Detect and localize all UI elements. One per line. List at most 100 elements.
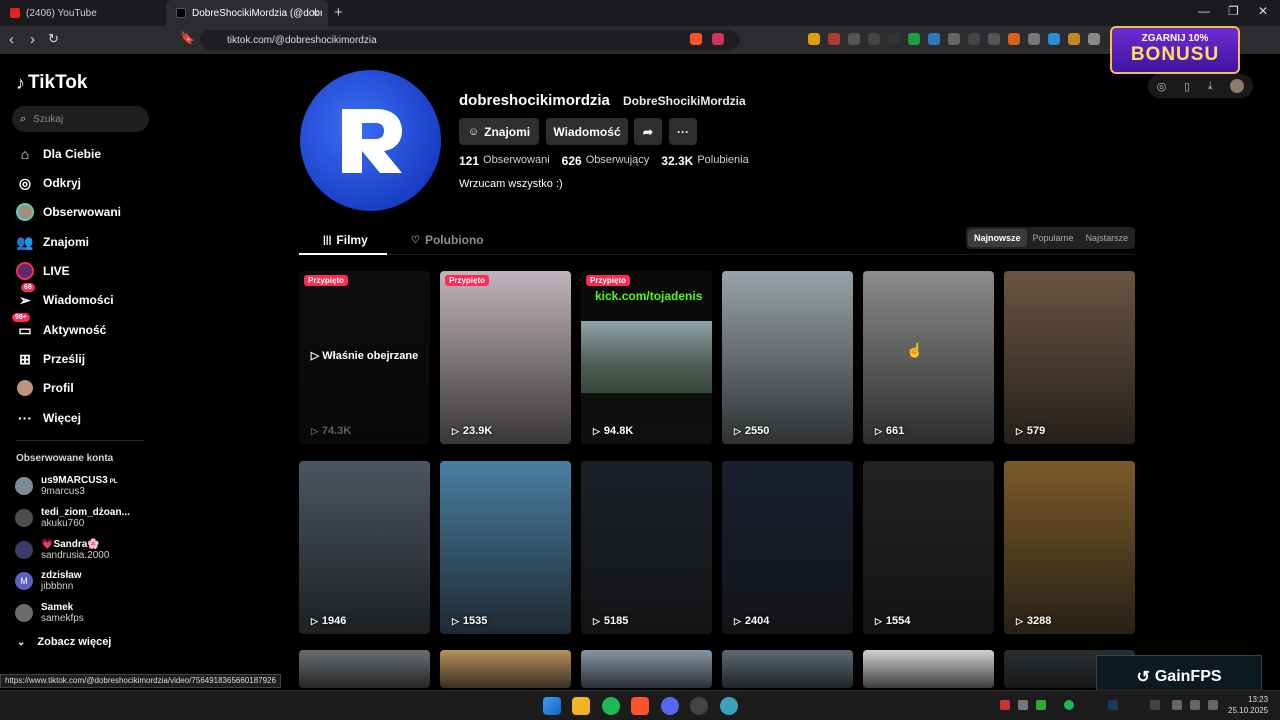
- video-thumbnail[interactable]: ▷ 1535: [440, 461, 571, 634]
- video-thumbnail[interactable]: ▷ 579: [1004, 271, 1135, 444]
- followers-count[interactable]: 626: [562, 154, 582, 168]
- close-window-button[interactable]: ✕: [1258, 4, 1268, 18]
- extension-icon[interactable]: [1068, 33, 1080, 45]
- video-thumbnail[interactable]: ▷ 2550: [722, 271, 853, 444]
- brave-rewards-icon[interactable]: [712, 33, 724, 45]
- sidebar-item-profile[interactable]: Profil: [15, 377, 74, 399]
- tray-icon[interactable]: [1000, 700, 1010, 710]
- tray-icon[interactable]: [1064, 700, 1074, 710]
- extension-icon[interactable]: [908, 33, 920, 45]
- video-thumbnail[interactable]: [863, 650, 994, 688]
- network-icon[interactable]: [1190, 700, 1200, 710]
- more-options-button[interactable]: ···: [669, 118, 697, 145]
- spotify-icon[interactable]: [602, 697, 620, 715]
- message-button[interactable]: Wiadomość: [546, 118, 628, 145]
- video-thumbnail[interactable]: ▷ Właśnie obejrzane Przypięto ▷ 74.3K: [299, 271, 430, 444]
- extension-icon[interactable]: [1088, 33, 1100, 45]
- tray-icon[interactable]: [1150, 700, 1160, 710]
- bonus-ad-banner[interactable]: ZGARNIJ 10% BONUSU: [1110, 26, 1240, 74]
- video-thumbnail[interactable]: ▷ 3288: [1004, 461, 1135, 634]
- compass-icon[interactable]: ◎: [1157, 80, 1167, 93]
- address-input[interactable]: tiktok.com/@dobreshocikimordzia: [200, 30, 740, 50]
- followed-account[interactable]: tedi_ziom_dżoan... akuku760: [15, 507, 130, 529]
- extension-icon[interactable]: [848, 33, 860, 45]
- restore-button[interactable]: ❐: [1228, 4, 1239, 18]
- sidebar-item-explore[interactable]: ◎ Odkryj: [15, 172, 81, 194]
- avatar[interactable]: [1230, 79, 1245, 93]
- tray-icon[interactable]: [1036, 700, 1046, 710]
- profile-avatar[interactable]: [300, 70, 441, 211]
- extension-icon[interactable]: [1028, 33, 1040, 45]
- extension-icon[interactable]: [1008, 33, 1020, 45]
- reload-button[interactable]: ↻: [48, 31, 59, 47]
- sidebar-item-activity[interactable]: ▭ 99+ Aktywność: [12, 313, 106, 341]
- close-tab-icon[interactable]: ✕: [311, 7, 320, 20]
- video-thumbnail[interactable]: kick.com/tojadenis Przypięto ▷ 94.8K: [581, 271, 712, 444]
- video-thumbnail[interactable]: ▷ 2404: [722, 461, 853, 634]
- download-icon[interactable]: ⤓: [1208, 80, 1213, 93]
- tab-tiktok[interactable]: DobreShocikiMordzia (@dobres ✕: [166, 0, 328, 26]
- tiktok-logo[interactable]: ♪ TikTok: [16, 72, 87, 94]
- video-thumbnail[interactable]: [581, 650, 712, 688]
- extension-icon[interactable]: [968, 33, 980, 45]
- extension-icon[interactable]: [808, 33, 820, 45]
- new-tab-button[interactable]: +: [334, 4, 343, 21]
- sort-oldest[interactable]: Najstarsze: [1080, 229, 1135, 247]
- extension-icon[interactable]: [1048, 33, 1060, 45]
- followed-account[interactable]: M zdzisław jibbbnn: [15, 570, 82, 592]
- sidebar-item-messages[interactable]: ➢ 68 Wiadomości: [15, 283, 114, 311]
- following-count[interactable]: 121: [459, 154, 479, 168]
- tray-icon[interactable]: [1108, 700, 1118, 710]
- extension-icon[interactable]: [868, 33, 880, 45]
- sidebar-item-following[interactable]: Obserwowani: [15, 201, 121, 223]
- video-thumbnail[interactable]: Przypięto ▷ 23.9K: [440, 271, 571, 444]
- see-more-button[interactable]: ⌄ Zobacz więcej: [17, 636, 111, 648]
- video-thumbnail[interactable]: [299, 650, 430, 688]
- forward-button[interactable]: ›: [30, 31, 35, 48]
- taskbar-clock[interactable]: 13:23 25.10.2025: [1228, 694, 1268, 716]
- video-thumbnail[interactable]: [722, 650, 853, 688]
- sort-newest[interactable]: Najnowsze: [968, 229, 1027, 247]
- tab-videos[interactable]: ||| Filmy: [323, 233, 368, 247]
- video-thumbnail[interactable]: ▷ 661: [863, 271, 994, 444]
- video-thumbnail[interactable]: [440, 650, 571, 688]
- followers-label[interactable]: Obserwujący: [586, 154, 650, 168]
- sidebar-item-for-you[interactable]: ⌂ Dla Ciebie: [15, 143, 101, 165]
- bookmark-icon[interactable]: 🔖: [180, 31, 195, 45]
- friends-button[interactable]: ☺ Znajomi: [459, 118, 539, 145]
- sort-popular[interactable]: Popularne: [1027, 229, 1080, 247]
- extension-icon[interactable]: [828, 33, 840, 45]
- video-thumbnail[interactable]: ▷ 1946: [299, 461, 430, 634]
- app-icon[interactable]: [720, 697, 738, 715]
- discord-icon[interactable]: [661, 697, 679, 715]
- volume-icon[interactable]: [1208, 700, 1218, 710]
- sidebar-item-upload[interactable]: ⊞ Prześlij: [15, 348, 85, 370]
- sidebar-item-friends[interactable]: 👥 Znajomi: [15, 231, 89, 253]
- sidebar-item-live[interactable]: LIVE: [15, 260, 70, 282]
- followed-account[interactable]: 💗Sandra🌸 sandrusia.2000: [15, 539, 109, 561]
- app-icon[interactable]: [690, 697, 708, 715]
- tab-youtube[interactable]: (2406) YouTube: [0, 0, 166, 26]
- sidebar-item-more[interactable]: ··· Więcej: [15, 407, 81, 429]
- tab-liked[interactable]: ♡ Polubiono: [411, 233, 484, 247]
- extension-icon[interactable]: [948, 33, 960, 45]
- extension-icon[interactable]: [988, 33, 1000, 45]
- following-label[interactable]: Obserwowani: [483, 154, 550, 168]
- search-input[interactable]: ⌕ Szukaj: [12, 106, 149, 132]
- phone-icon[interactable]: ▯: [1184, 80, 1190, 93]
- file-explorer-icon[interactable]: [572, 697, 590, 715]
- microphone-icon[interactable]: [1172, 700, 1182, 710]
- extension-icon[interactable]: [888, 33, 900, 45]
- followed-account[interactable]: Samek samekfps: [15, 602, 84, 624]
- minimize-button[interactable]: —: [1198, 4, 1210, 18]
- brave-icon[interactable]: [631, 697, 649, 715]
- video-thumbnail[interactable]: ▷ 1554: [863, 461, 994, 634]
- followed-account[interactable]: us9MARCUS3 PL 9marcus3: [15, 475, 117, 497]
- extension-icon[interactable]: [928, 33, 940, 45]
- brave-shield-icon[interactable]: [690, 33, 702, 45]
- back-button[interactable]: ‹: [9, 31, 14, 48]
- share-button[interactable]: ➦: [634, 118, 662, 145]
- video-thumbnail[interactable]: ▷ 5185: [581, 461, 712, 634]
- start-button[interactable]: [543, 697, 561, 715]
- tray-icon[interactable]: [1018, 700, 1028, 710]
